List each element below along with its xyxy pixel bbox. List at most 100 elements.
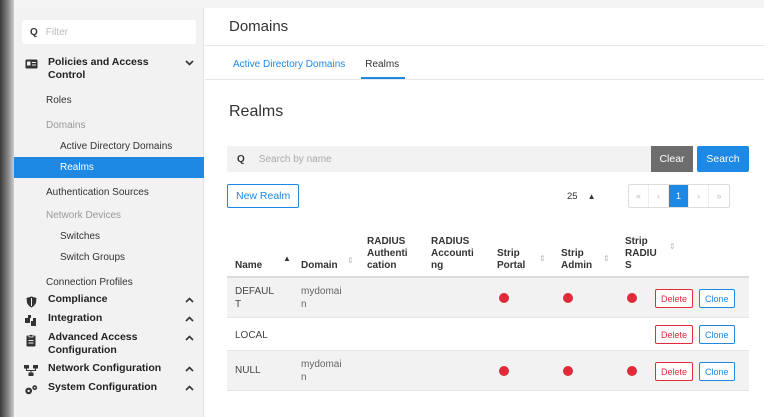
sidebar-section-label: Network Configuration (48, 362, 162, 374)
cogs-icon (24, 384, 38, 396)
new-realm-button[interactable]: New Realm (227, 184, 300, 208)
col-header-name[interactable]: Name (235, 260, 262, 272)
header-line: Strip (497, 248, 520, 259)
cell-line: n (301, 299, 307, 310)
chevron-up-icon[interactable] (185, 314, 194, 325)
header-line: Authenti (367, 248, 408, 259)
window-frame-edge (0, 0, 14, 417)
search-bar: Q Clear Search (227, 146, 749, 172)
search-icon: Q (30, 26, 38, 38)
chevron-down-icon[interactable] (185, 58, 194, 69)
clone-button[interactable]: Clone (699, 289, 735, 308)
search-box[interactable]: Q (227, 146, 651, 172)
cell-name: DEFAUL T (235, 285, 274, 311)
col-header-domain[interactable]: Domain (301, 260, 338, 272)
sort-icon[interactable]: ⇕ (603, 254, 610, 263)
sort-icon[interactable]: ⇕ (669, 242, 676, 251)
table-row[interactable]: LOCAL Delete Clone (227, 318, 749, 351)
pagination-last[interactable]: » (709, 185, 729, 207)
shield-icon (24, 296, 38, 308)
sidebar-item-realms[interactable]: Realms (14, 157, 204, 178)
cell-name: NULL (235, 364, 261, 377)
sidebar-item-switch-groups[interactable]: Switch Groups (14, 247, 204, 268)
id-card-icon (24, 59, 38, 69)
cell-name: LOCAL (235, 329, 268, 342)
window-frame-top (14, 0, 764, 8)
sidebar-section-label: Policies and Access Control (48, 56, 149, 81)
cell-domain: mydomai n (301, 358, 342, 384)
sidebar-group-domains: Domains (46, 120, 86, 131)
sidebar-section-label: Integration (48, 312, 103, 324)
cell-line: mydomai (301, 286, 342, 297)
tab-realms[interactable]: Realms (361, 59, 406, 79)
sidebar-item-roles[interactable]: Roles (14, 90, 204, 111)
cell-line: n (301, 372, 307, 383)
cell-domain: mydomai n (301, 285, 342, 311)
col-header-radius-auth[interactable]: RADIUS Authenti cation (367, 236, 408, 272)
pagination-current-page[interactable]: 1 (669, 185, 689, 207)
delete-button[interactable]: Delete (655, 325, 694, 344)
sidebar-section-policies[interactable]: Policies and Access Control (14, 56, 204, 90)
sidebar-section-label: Advanced Access Configuration (48, 331, 138, 356)
sidebar-item-connection-profiles[interactable]: Connection Profiles (14, 272, 204, 293)
header-line: RADIUS (367, 236, 406, 247)
strip-radius-indicator (627, 293, 637, 303)
clone-button[interactable]: Clone (699, 325, 735, 344)
header-line: cation (367, 260, 397, 271)
main-header: Domains (205, 8, 764, 46)
delete-button[interactable]: Delete (655, 289, 694, 308)
col-header-strip-portal[interactable]: Strip Portal (497, 248, 525, 272)
strip-portal-indicator (499, 293, 509, 303)
cell-line: mydomai (301, 359, 342, 370)
chevron-up-icon[interactable] (185, 364, 194, 375)
sidebar-section-advanced-access[interactable]: Advanced Access Configuration (14, 331, 204, 362)
cell-line: NULL (235, 365, 261, 376)
sidebar-item-active-directory-domains[interactable]: Active Directory Domains (14, 136, 204, 157)
filter-input[interactable] (45, 26, 176, 38)
delete-button[interactable]: Delete (655, 362, 694, 381)
pagination-first[interactable]: « (629, 185, 649, 207)
network-icon (24, 365, 38, 376)
header-line: ng (431, 260, 444, 271)
header-line: RADIU (625, 248, 657, 259)
sidebar-filter[interactable]: Q (22, 20, 196, 44)
sidebar-item-authentication-sources[interactable]: Authentication Sources (14, 182, 204, 203)
sidebar-section-integration[interactable]: Integration (14, 312, 204, 331)
sidebar-nav: Policies and Access Control Roles Domain… (14, 56, 204, 400)
sort-icon[interactable]: ⇕ (539, 254, 546, 263)
sort-icon[interactable]: ⇕ (347, 256, 354, 265)
chevron-up-icon[interactable] (185, 383, 194, 394)
pagination-next[interactable]: › (689, 185, 709, 207)
search-icon: Q (237, 153, 245, 165)
header-line: Accounti (431, 248, 474, 259)
table-row[interactable]: DEFAUL T mydomai n Delete Clone (227, 278, 749, 318)
cell-line: DEFAUL (235, 286, 274, 297)
sidebar-section-network[interactable]: Network Configuration (14, 362, 204, 381)
col-header-strip-admin[interactable]: Strip Admin (561, 248, 592, 272)
header-line: Admin (561, 260, 593, 271)
chevron-up-icon[interactable] (185, 295, 194, 306)
col-header-strip-radius[interactable]: Strip RADIU S (625, 236, 657, 272)
strip-portal-indicator (499, 366, 509, 376)
per-page-select[interactable]: 25 ▲︎ (567, 186, 596, 206)
sidebar-section-compliance[interactable]: Compliance (14, 293, 204, 312)
header-line: RADIUS (431, 236, 470, 247)
search-button[interactable]: Search (697, 146, 749, 172)
sidebar-item-switches[interactable]: Switches (14, 226, 204, 247)
clear-button[interactable]: Clear (651, 146, 693, 172)
table-row[interactable]: NULL mydomai n Delete Clone (227, 351, 749, 391)
tab-active-directory-domains[interactable]: Active Directory Domains (229, 59, 351, 79)
header-line: Strip (561, 248, 584, 259)
realms-table: Name ▲ Domain ⇕ RADIUS Authenti cation R… (227, 220, 749, 391)
clipboard-icon (24, 334, 38, 347)
section-title: Realms (229, 103, 284, 120)
sort-icon[interactable]: ▲ (283, 254, 291, 263)
search-input[interactable] (258, 153, 559, 165)
col-header-radius-acct[interactable]: RADIUS Accounti ng (431, 236, 474, 272)
clone-button[interactable]: Clone (699, 362, 735, 381)
pagination-prev[interactable]: ‹ (649, 185, 669, 207)
chevron-up-icon[interactable] (185, 333, 194, 344)
cell-line: LOCAL (235, 330, 268, 341)
sidebar-section-system[interactable]: System Configuration (14, 381, 204, 400)
header-line: S (625, 260, 632, 271)
